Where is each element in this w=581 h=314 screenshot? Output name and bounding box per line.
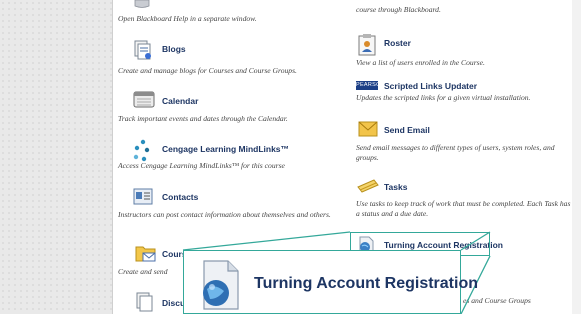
zoom-callout: Turning Account Registration (183, 250, 478, 314)
callout-label: Turning Account Registration (254, 275, 478, 292)
globe-document-icon (203, 260, 239, 310)
